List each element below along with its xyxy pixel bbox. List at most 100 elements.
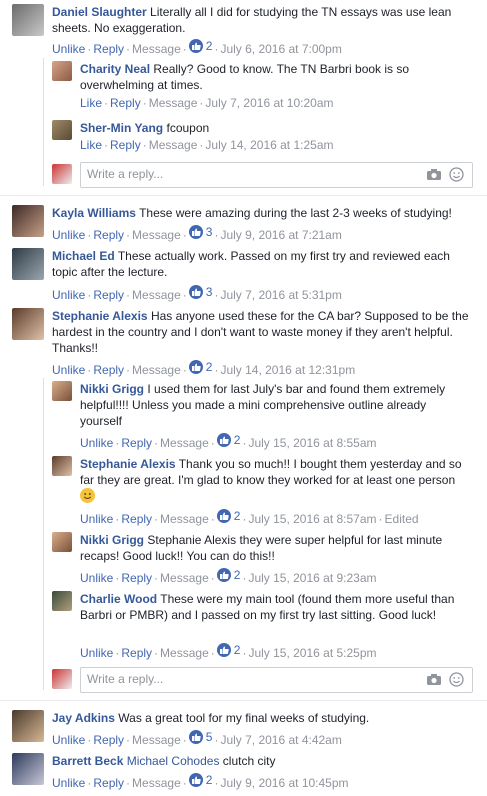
avatar[interactable] (52, 120, 72, 140)
timestamp[interactable]: July 14, 2016 at 1:25am (205, 138, 333, 152)
timestamp[interactable]: July 7, 2016 at 10:20am (205, 96, 333, 110)
avatar[interactable] (52, 456, 72, 476)
avatar[interactable] (12, 248, 44, 280)
message-link[interactable]: Message (160, 646, 209, 660)
timestamp[interactable]: July 6, 2016 at 7:00pm (220, 42, 341, 56)
reply-input[interactable]: Write a reply... (80, 162, 473, 188)
unlike-link[interactable]: Unlike (80, 436, 113, 450)
unlike-link[interactable]: Unlike (52, 776, 85, 790)
like-count[interactable]: 2 (216, 432, 240, 448)
message-link[interactable]: Message (132, 228, 181, 242)
emoji-icon[interactable] (449, 672, 464, 687)
avatar[interactable] (12, 753, 44, 785)
timestamp[interactable]: July 7, 2016 at 4:42am (220, 733, 341, 747)
reply-input[interactable]: Write a reply... (80, 667, 473, 693)
message-link[interactable]: Message (160, 512, 209, 526)
like-count[interactable]: 5 (188, 729, 212, 745)
unlike-link[interactable]: Unlike (52, 42, 85, 56)
reply-link[interactable]: Reply (93, 363, 124, 377)
unlike-link[interactable]: Unlike (80, 512, 113, 526)
message-link[interactable]: Message (132, 42, 181, 56)
message-link[interactable]: Message (149, 138, 198, 152)
unlike-link[interactable]: Unlike (80, 571, 113, 585)
reply-link[interactable]: Reply (93, 228, 124, 242)
timestamp[interactable]: July 7, 2016 at 5:31pm (220, 288, 341, 302)
reply-link[interactable]: Reply (93, 288, 124, 302)
mention-tag[interactable]: Stephanie Alexis (147, 533, 236, 547)
unlike-link[interactable]: Unlike (52, 228, 85, 242)
message-link[interactable]: Message (160, 436, 209, 450)
unlike-link[interactable]: Unlike (52, 733, 85, 747)
reply-link[interactable]: Reply (93, 776, 124, 790)
like-count[interactable]: 2 (216, 642, 240, 658)
reply-link[interactable]: Reply (121, 571, 152, 585)
message-link[interactable]: Message (160, 571, 209, 585)
timestamp[interactable]: July 15, 2016 at 5:25pm (248, 646, 376, 660)
like-link[interactable]: Like (80, 138, 102, 152)
reply-link[interactable]: Reply (93, 733, 124, 747)
unlike-link[interactable]: Unlike (52, 288, 85, 302)
unlike-link[interactable]: Unlike (80, 646, 113, 660)
comment-author[interactable]: Kayla Williams (52, 206, 136, 220)
emoji-icon[interactable] (449, 167, 464, 182)
camera-icon[interactable] (426, 168, 442, 181)
reply-link[interactable]: Reply (110, 96, 141, 110)
edited-label[interactable]: Edited (385, 512, 419, 526)
thumbs-up-icon (216, 433, 231, 447)
timestamp[interactable]: July 14, 2016 at 12:31pm (220, 363, 355, 377)
like-count[interactable]: 2 (188, 38, 212, 54)
unlike-link[interactable]: Unlike (52, 363, 85, 377)
like-count[interactable]: 2 (216, 508, 240, 524)
avatar[interactable] (12, 205, 44, 237)
comment-author[interactable]: Stephanie Alexis (52, 309, 148, 323)
like-count[interactable]: 2 (188, 359, 212, 375)
reply-link[interactable]: Reply (110, 138, 141, 152)
comment-text: These were amazing during the last 2-3 w… (139, 206, 452, 220)
avatar[interactable] (52, 591, 72, 611)
reply-link[interactable]: Reply (93, 42, 124, 56)
message-link[interactable]: Message (149, 96, 198, 110)
comment-author[interactable]: Jay Adkins (52, 711, 115, 725)
mention-tag[interactable]: Michael Cohodes (127, 754, 220, 768)
message-link[interactable]: Message (132, 288, 181, 302)
reply-author[interactable]: Nikki Grigg (80, 382, 144, 396)
reply-author[interactable]: Stephanie Alexis (80, 457, 176, 471)
like-count[interactable]: 2 (216, 567, 240, 583)
reply-link[interactable]: Reply (121, 436, 152, 450)
comment-author[interactable]: Barrett Beck (52, 754, 123, 768)
thumbs-up-icon (188, 730, 203, 744)
thread-line (43, 378, 44, 690)
reply-author[interactable]: Sher-Min Yang (80, 121, 163, 135)
avatar[interactable] (52, 381, 72, 401)
avatar[interactable] (12, 308, 44, 340)
comment-author[interactable]: Michael Ed (52, 249, 115, 263)
like-count[interactable]: 3 (188, 224, 212, 240)
timestamp[interactable]: July 15, 2016 at 9:23am (248, 571, 376, 585)
thumbs-up-icon (216, 568, 231, 582)
reply-link[interactable]: Reply (121, 646, 152, 660)
like-count[interactable]: 3 (188, 284, 212, 300)
avatar (52, 669, 72, 689)
like-count[interactable]: 2 (188, 772, 212, 788)
timestamp[interactable]: July 15, 2016 at 8:55am (248, 436, 376, 450)
reply-author[interactable]: Charity Neal (80, 62, 150, 76)
avatar[interactable] (52, 532, 72, 552)
thumbs-up-icon (188, 39, 203, 53)
comment-author[interactable]: Daniel Slaughter (52, 5, 147, 19)
avatar[interactable] (52, 61, 72, 81)
avatar[interactable] (12, 710, 44, 742)
message-link[interactable]: Message (132, 363, 181, 377)
timestamp[interactable]: July 9, 2016 at 7:21am (220, 228, 341, 242)
message-link[interactable]: Message (132, 733, 181, 747)
like-link[interactable]: Like (80, 96, 102, 110)
reply-link[interactable]: Reply (121, 512, 152, 526)
avatar (52, 164, 72, 184)
camera-icon[interactable] (426, 673, 442, 686)
message-link[interactable]: Message (132, 776, 181, 790)
divider (0, 700, 487, 701)
timestamp[interactable]: July 9, 2016 at 10:45pm (220, 776, 348, 790)
reply-author[interactable]: Charlie Wood (80, 592, 157, 606)
avatar[interactable] (12, 4, 44, 36)
timestamp[interactable]: July 15, 2016 at 8:57am (248, 512, 376, 526)
reply-author[interactable]: Nikki Grigg (80, 533, 144, 547)
